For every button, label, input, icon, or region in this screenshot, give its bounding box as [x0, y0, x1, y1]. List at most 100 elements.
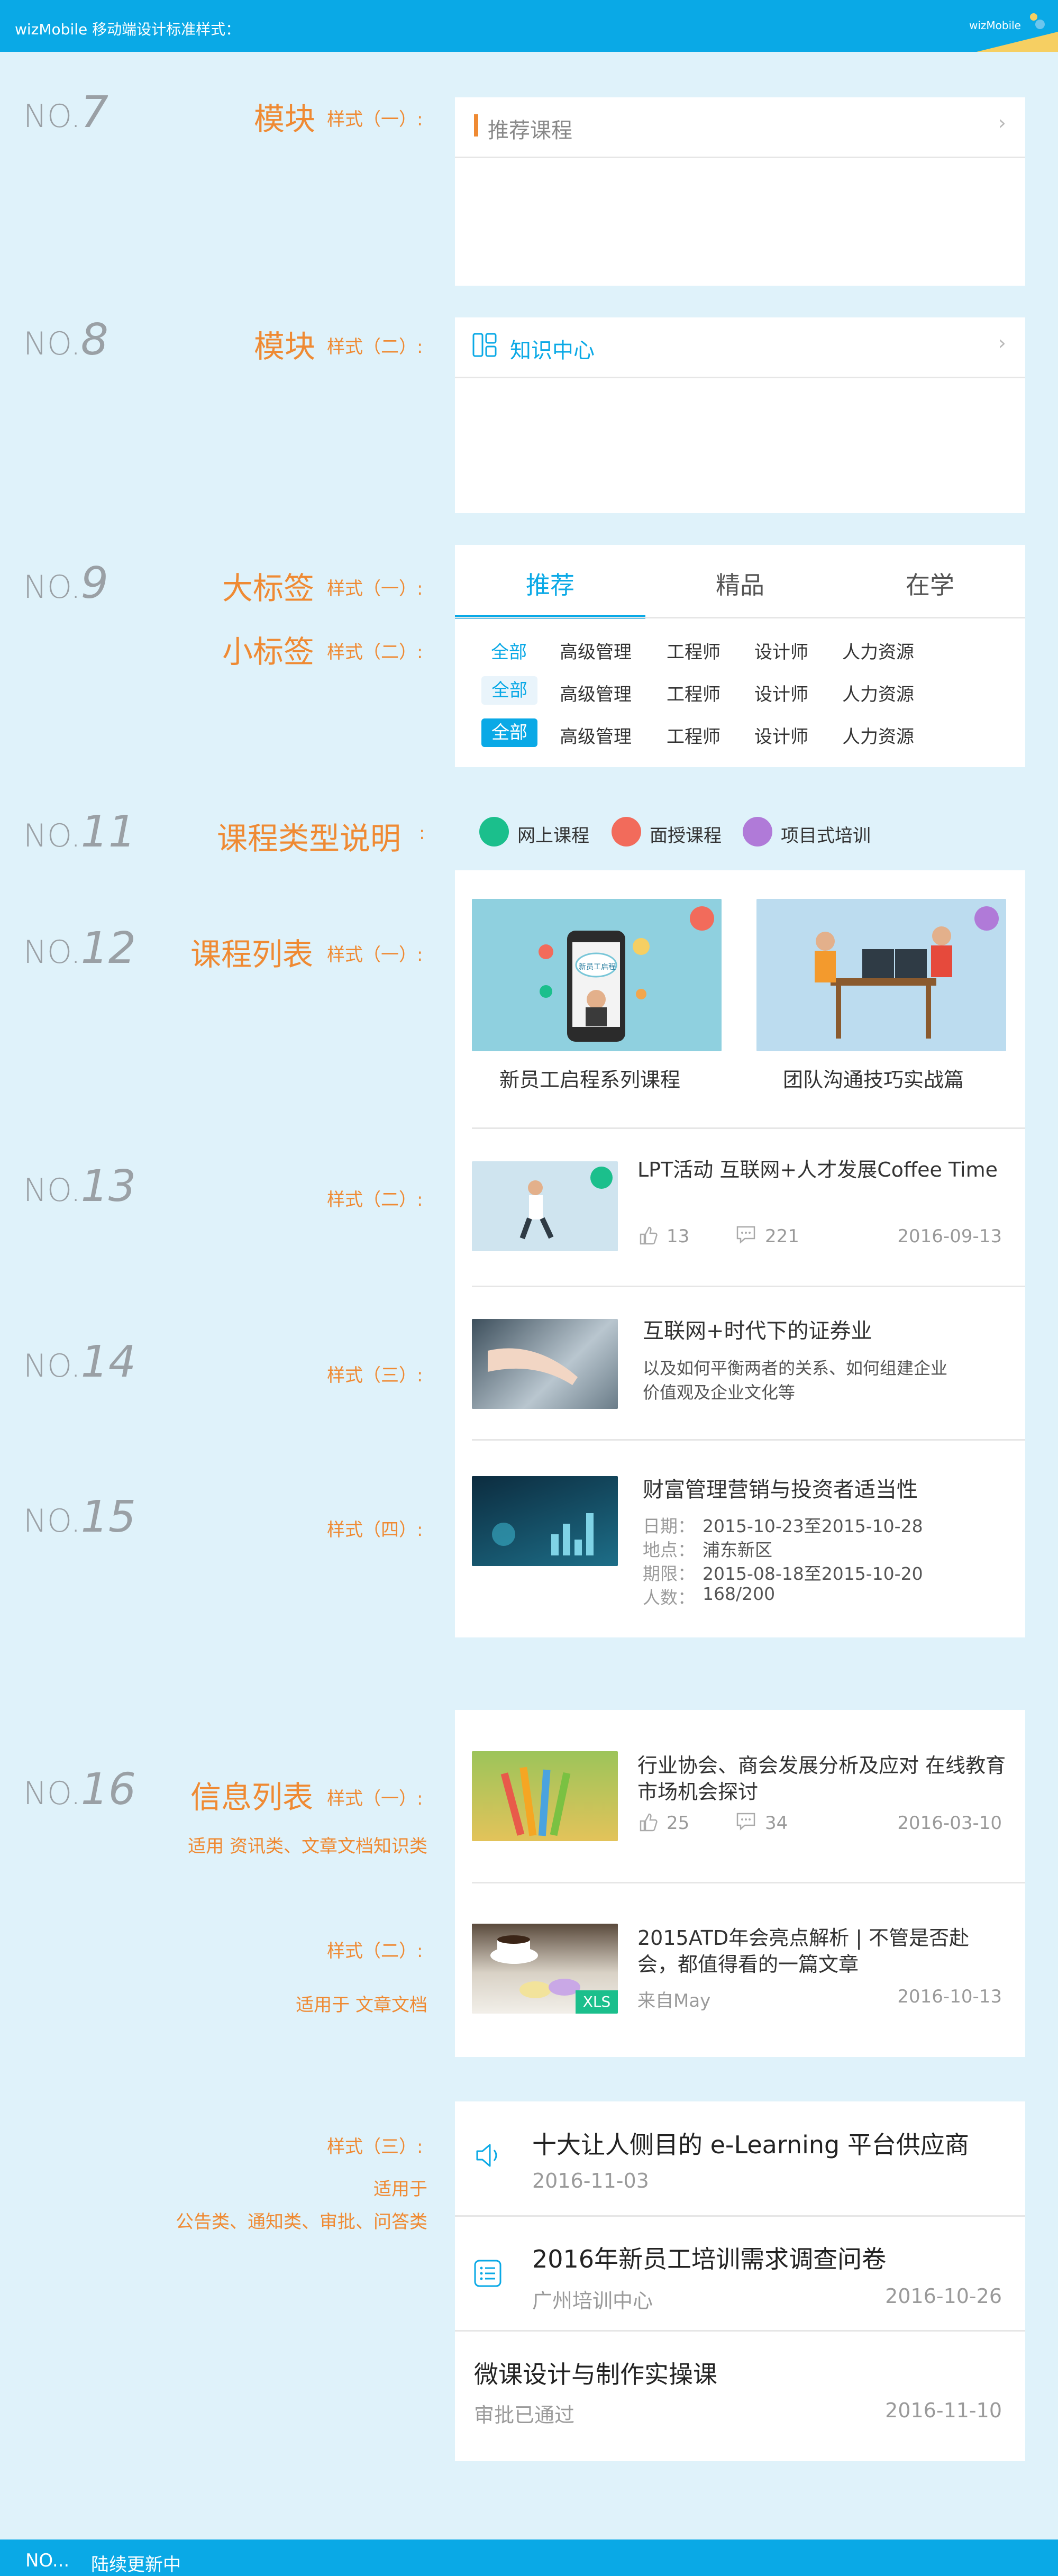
small-tag-management[interactable]: 高级管理 — [560, 680, 632, 706]
knowledge-grid-icon — [472, 333, 497, 357]
course-grid-title-2[interactable]: 团队沟通技巧实战篇 — [783, 1063, 964, 1093]
course-list-item-14-thumb[interactable] — [472, 1319, 618, 1409]
course-grid-item-2[interactable] — [756, 899, 1006, 1051]
notice-2-title[interactable]: 2016年新员工培训需求调查问卷 — [532, 2240, 886, 2275]
info-2-thumb[interactable]: XLS — [472, 1924, 618, 2014]
info-2-date: 2016-10-13 — [897, 1986, 1002, 2007]
style-2-label: 样式（二）: — [327, 336, 423, 358]
course-type-heading: 课程类型说明 — [217, 821, 402, 857]
small-tag-hr[interactable]: 人力资源 — [842, 680, 914, 706]
divider — [455, 2330, 1025, 2332]
small-tag-designer[interactable]: 设计师 — [754, 680, 808, 706]
info-note-3b: 公告类、通知类、审批、问答类 — [176, 2211, 427, 2233]
course-15-title[interactable]: 财富管理营销与投资者适当性 — [643, 1472, 1002, 1503]
notice-3-title[interactable]: 微课设计与制作实操课 — [474, 2355, 717, 2390]
course-grid-title-1[interactable]: 新员工启程系列课程 — [499, 1063, 680, 1093]
info-1-title[interactable]: 行业协会、商会发展分析及应对 在线教育市场机会探讨 — [637, 1752, 1008, 1805]
team-communication-illustration — [815, 926, 952, 1039]
course-list-item-13-thumb[interactable] — [472, 1161, 618, 1251]
course-type-project: 项目式培训 — [781, 825, 871, 846]
small-tag-all-style1[interactable]: 全部 — [491, 638, 527, 663]
style-2-label: 样式（二）: — [327, 1941, 423, 1962]
info-list-heading: 信息列表 — [190, 1779, 314, 1815]
module-card-knowledge: 知识中心 › — [455, 317, 1025, 513]
course-list-heading: 课程列表 — [190, 936, 314, 972]
comments-count: 221 — [765, 1226, 799, 1247]
no-9-label: NO.9 — [23, 558, 108, 608]
chevron-right-icon[interactable]: › — [998, 331, 1006, 354]
small-tag-hr[interactable]: 人力资源 — [842, 722, 914, 748]
small-tag-hr[interactable]: 人力资源 — [842, 638, 914, 663]
notice-3-date: 2016-11-10 — [885, 2399, 1002, 2422]
footer-no-label: NO... — [25, 2550, 70, 2571]
info-note-3a: 适用于 — [373, 2179, 427, 2200]
orange-bar-marker — [474, 114, 478, 136]
module-title-knowledge[interactable]: 知识中心 — [510, 333, 595, 364]
top-bar: wizMobile 移动端设计标准样式： wizMobile — [0, 0, 1058, 52]
info-2-title[interactable]: 2015ATD年会亮点解析 | 不管是否赴会，都值得看的一篇文章 — [637, 1925, 1008, 1978]
wizmobile-logo: wizMobile — [969, 19, 1021, 32]
divider — [455, 377, 1025, 378]
tab-recommend[interactable]: 推荐 — [455, 566, 645, 601]
info-1-thumb[interactable] — [472, 1751, 618, 1841]
chevron-right-icon[interactable]: › — [998, 111, 1006, 134]
tab-premium[interactable]: 精品 — [645, 566, 835, 601]
small-tag-all-style3[interactable]: 全部 — [481, 718, 537, 747]
course-list-item-15-thumb[interactable] — [472, 1476, 618, 1566]
style-1-label: 样式（一）: — [327, 578, 423, 599]
online-course-badge-icon — [590, 1167, 613, 1189]
detail-val-period: 2015-08-18至2015-10-20 — [703, 1563, 923, 1584]
small-tag-engineer[interactable]: 工程师 — [667, 722, 720, 748]
no-14-label: NO.14 — [23, 1337, 136, 1387]
style-3-label: 样式（三）: — [327, 1365, 423, 1386]
course-14-title[interactable]: 互联网+时代下的证券业 — [643, 1314, 1002, 1344]
small-tag-engineer[interactable]: 工程师 — [667, 638, 720, 663]
module-title-recommended[interactable]: 推荐课程 — [488, 113, 572, 144]
module-heading-2: 模块 — [254, 329, 316, 365]
detail-key-people: 人数： — [643, 1587, 695, 1608]
course-list-card: 新员工启程 新员工启程系列课程 团队沟通技巧实战篇 LPT活动 互联网+人才发展… — [455, 870, 1025, 1637]
no-15-label: NO.15 — [23, 1492, 136, 1542]
new-employee-illustration — [539, 931, 650, 1042]
small-tag-management[interactable]: 高级管理 — [560, 638, 632, 663]
comment-icon[interactable] — [735, 1224, 756, 1245]
small-tag-designer[interactable]: 设计师 — [754, 638, 808, 663]
small-tag-engineer[interactable]: 工程师 — [667, 680, 720, 706]
comments-count: 34 — [765, 1813, 788, 1834]
style-4-label: 样式（四）: — [327, 1519, 423, 1541]
module-card-recommended: 推荐课程 › — [455, 97, 1025, 286]
xls-file-badge: XLS — [576, 1990, 618, 2014]
header-corner-accent — [977, 32, 1058, 52]
divider — [455, 617, 1025, 618]
face-course-icon — [612, 817, 641, 846]
style-1-label: 样式（一）: — [327, 109, 423, 130]
notice-1-title[interactable]: 十大让人侧目的 e-Learning 平台供应商 — [532, 2126, 969, 2161]
detail-key-period: 期限： — [643, 1563, 695, 1584]
likes-count: 13 — [667, 1226, 690, 1247]
hand-touch-illustration — [488, 1348, 578, 1385]
course-13-title[interactable]: LPT活动 互联网+人才发展Coffee Time — [637, 1157, 1008, 1182]
style-1-label: 样式（一）: — [327, 1788, 423, 1809]
no-11-label: NO.11 — [23, 807, 136, 857]
project-course-icon — [743, 817, 772, 846]
bottom-bar: NO... 陆续更新中 — [0, 2539, 1058, 2576]
notice-1-date: 2016-11-03 — [532, 2169, 649, 2192]
tabs-card: 推荐 精品 在学 全部 高级管理 工程师 设计师 人力资源 全部 高级管理 工程… — [455, 545, 1025, 767]
divider — [455, 157, 1025, 158]
wizmobile-logo-icon — [1030, 13, 1045, 29]
comment-icon[interactable] — [735, 1810, 756, 1832]
small-tag-designer[interactable]: 设计师 — [754, 722, 808, 748]
no-13-label: NO.13 — [23, 1161, 136, 1212]
big-tag-heading: 大标签 — [222, 570, 315, 606]
tab-learning[interactable]: 在学 — [835, 566, 1025, 601]
thumbs-up-icon[interactable] — [637, 1812, 659, 1833]
pencils-illustration — [500, 1767, 571, 1836]
no-12-label: NO.12 — [23, 923, 136, 973]
no-8-label: NO.8 — [23, 315, 108, 365]
thumbs-up-icon[interactable] — [637, 1225, 659, 1246]
course-grid-item-1[interactable]: 新员工启程 — [472, 899, 722, 1051]
small-tag-all-style2[interactable]: 全部 — [481, 676, 537, 705]
small-tag-management[interactable]: 高级管理 — [560, 722, 632, 748]
detail-val-location: 浦东新区 — [703, 1540, 772, 1560]
info-note-1: 适用 资讯类、文章文档知识类 — [188, 1836, 427, 1857]
